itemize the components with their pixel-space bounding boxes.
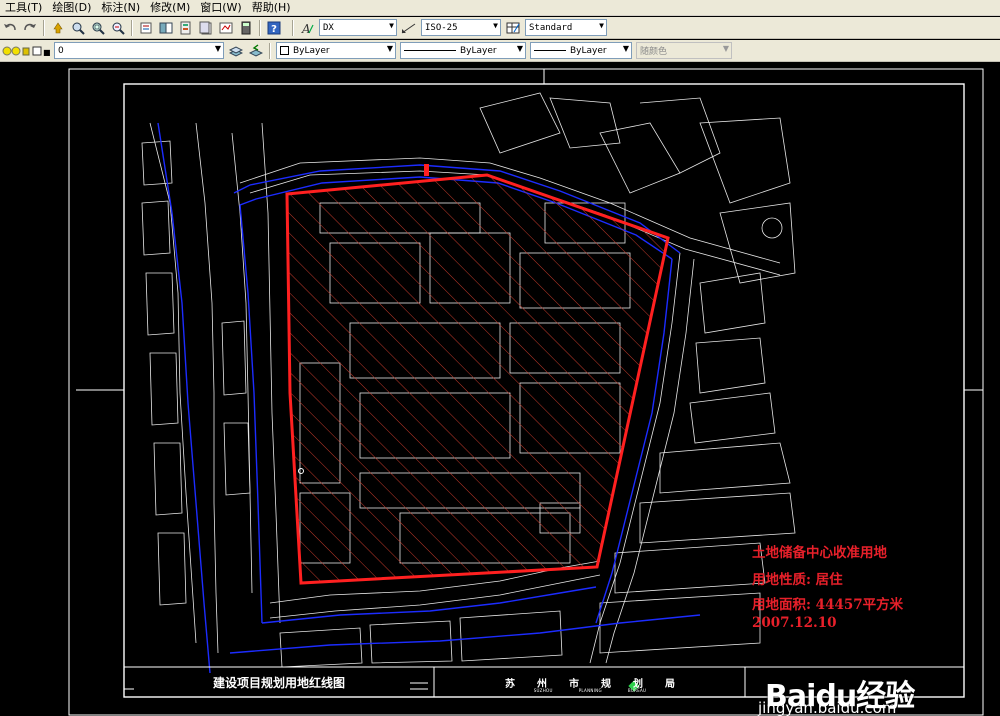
- text-style-icon: A: [298, 19, 316, 37]
- svg-text:■: ■: [43, 48, 50, 57]
- dropdown-arrow-icon: ▼: [599, 21, 604, 30]
- dropdown-arrow-icon: ▼: [389, 21, 394, 30]
- dropdown-arrow-icon: ▼: [622, 44, 629, 53]
- undo-icon[interactable]: [1, 19, 19, 37]
- plot-style-value: 随颜色: [640, 47, 668, 57]
- toolbar-separator: [43, 19, 45, 36]
- text-style-select[interactable]: DX ▼: [319, 19, 397, 36]
- redo-icon[interactable]: [21, 19, 39, 37]
- zoom-previous-icon[interactable]: [109, 19, 127, 37]
- lineweight-value: ByLayer: [570, 45, 607, 56]
- zoom-window-icon[interactable]: [89, 19, 107, 37]
- text-style-value: DX: [323, 22, 334, 33]
- annotation-land-use: 用地性质: 居住: [752, 572, 843, 588]
- menu-help[interactable]: 帮助(H): [247, 0, 296, 16]
- drawing-canvas[interactable]: 土地储备中心收准用地 用地性质: 居住 用地面积: 44457平方米 2007.…: [0, 63, 1000, 716]
- linetype-select[interactable]: ByLayer ▼: [400, 42, 526, 59]
- layers-toolbar: ■ 0 ▼ ByLayer ▼ ByLayer ▼ ByLayer ▼ 随颜色 …: [0, 40, 1000, 62]
- toolbar-separator: [292, 19, 294, 36]
- markup-icon[interactable]: [217, 19, 235, 37]
- sheet-set-icon[interactable]: [197, 19, 215, 37]
- toolbar-separator: [269, 42, 271, 59]
- make-layer-current-icon[interactable]: [227, 42, 245, 60]
- bureau-en-word: PLANNING: [578, 688, 602, 693]
- toolbar-separator: [131, 19, 133, 36]
- annotation-date: 2007.12.10: [752, 615, 837, 631]
- menu-bar: 工具(T) 绘图(D) 标注(N) 修改(M) 窗口(W) 帮助(H): [0, 0, 1000, 16]
- lineweight-sample: [534, 50, 566, 51]
- tool-palettes-icon[interactable]: [177, 19, 195, 37]
- dropdown-arrow-icon: ▼: [493, 21, 498, 30]
- properties-icon[interactable]: [137, 19, 155, 37]
- zoom-realtime-icon[interactable]: [69, 19, 87, 37]
- watermark-url: jingyan.baidu.com: [758, 699, 897, 716]
- calculator-icon[interactable]: [237, 19, 255, 37]
- layer-state-icons: ■: [1, 42, 51, 60]
- dropdown-arrow-icon: ▼: [214, 44, 221, 53]
- plot-style-select: 随颜色 ▼: [636, 42, 732, 59]
- linetype-sample: [404, 50, 456, 51]
- svg-text:?: ?: [271, 24, 277, 35]
- standard-toolbar: ? A DX ▼ ISO-25 ▼ Standard ▼: [0, 17, 1000, 39]
- dropdown-arrow-icon: ▼: [722, 44, 729, 53]
- toolbar-separator: [259, 19, 261, 36]
- annotation-land-reserve: 土地储备中心收准用地: [752, 545, 887, 561]
- dim-style-select[interactable]: ISO-25 ▼: [421, 19, 501, 36]
- pan-icon[interactable]: [49, 19, 67, 37]
- table-style-select[interactable]: Standard ▼: [525, 19, 607, 36]
- bureau-en-word: SUZHOU: [533, 688, 553, 693]
- drawing-svg: [68, 68, 984, 716]
- dim-style-icon: [400, 19, 418, 37]
- help-icon[interactable]: ?: [265, 19, 283, 37]
- color-select[interactable]: ByLayer ▼: [276, 42, 396, 59]
- linetype-value: ByLayer: [460, 45, 497, 56]
- color-swatch-icon: [280, 46, 289, 55]
- lineweight-select[interactable]: ByLayer ▼: [530, 42, 632, 59]
- parcel-marker: [424, 164, 429, 176]
- annotation-area: 用地面积: 44457平方米: [752, 597, 904, 613]
- bureau-en-word: BUREAU: [627, 688, 647, 693]
- bureau-name-en: SUZHOU PLANNING BUREAU: [440, 688, 740, 693]
- red-line-parcel[interactable]: [285, 173, 670, 585]
- current-layer-value: 0: [58, 45, 64, 56]
- table-style-icon: [504, 19, 522, 37]
- design-center-icon[interactable]: [157, 19, 175, 37]
- table-style-value: Standard: [529, 22, 573, 33]
- menu-modify[interactable]: 修改(M): [145, 0, 195, 16]
- drawing-title: 建设项目规划用地红线图: [212, 675, 345, 690]
- layer-select[interactable]: 0 ▼: [54, 42, 224, 59]
- menu-tools[interactable]: 工具(T): [0, 0, 47, 16]
- dim-style-value: ISO-25: [425, 22, 458, 33]
- layer-previous-icon[interactable]: [247, 42, 265, 60]
- color-value: ByLayer: [293, 45, 330, 56]
- menu-draw[interactable]: 绘图(D): [47, 0, 96, 16]
- dropdown-arrow-icon: ▼: [386, 44, 393, 53]
- dropdown-arrow-icon: ▼: [516, 44, 523, 53]
- menu-window[interactable]: 窗口(W): [195, 0, 246, 16]
- menu-dimension[interactable]: 标注(N): [96, 0, 145, 16]
